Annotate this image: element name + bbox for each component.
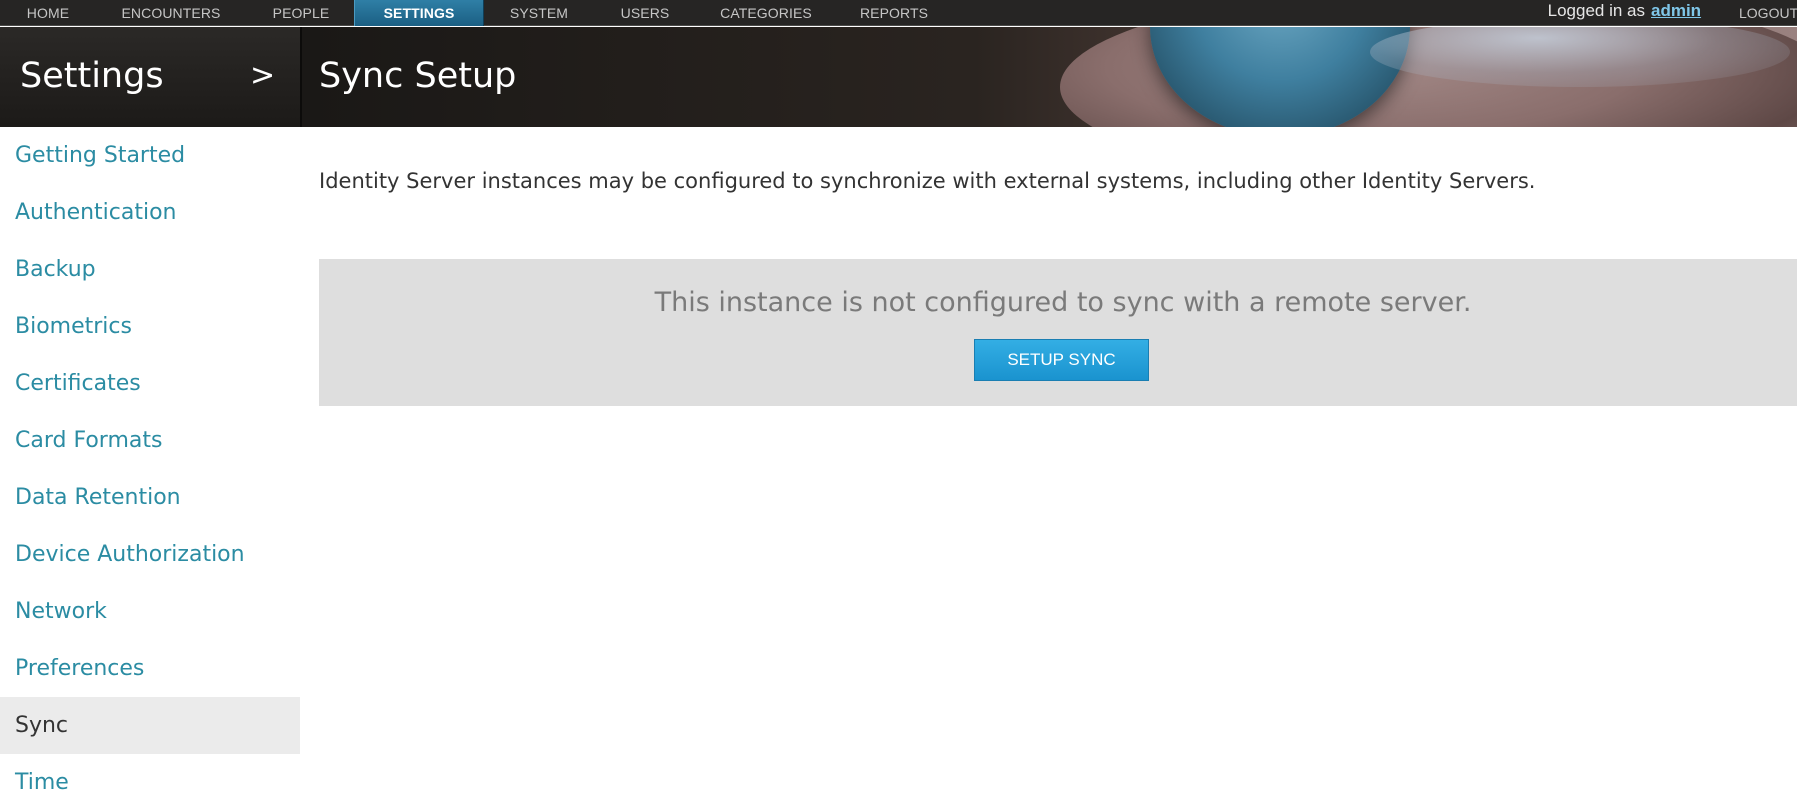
sync-status-panel: This instance is not configured to sync … — [319, 259, 1797, 406]
nav-encounters[interactable]: ENCOUNTERS — [96, 0, 246, 26]
sidebar-item-device-authorization[interactable]: Device Authorization — [0, 526, 300, 583]
nav-categories[interactable]: CATEGORIES — [696, 0, 836, 26]
setup-sync-button[interactable]: SETUP SYNC — [974, 339, 1149, 381]
page-banner: Settings > Sync Setup — [0, 27, 1797, 127]
sidebar-item-card-formats[interactable]: Card Formats — [0, 412, 300, 469]
sidebar-item-data-retention[interactable]: Data Retention — [0, 469, 300, 526]
sidebar-item-time[interactable]: Time — [0, 754, 300, 811]
sidebar-item-certificates[interactable]: Certificates — [0, 355, 300, 412]
chevron-right-icon: > — [250, 58, 276, 93]
top-nav: HOME ENCOUNTERS PEOPLE SETTINGS SYSTEM U… — [0, 0, 1797, 26]
sync-description: Identity Server instances may be configu… — [319, 169, 1536, 193]
nav-settings[interactable]: SETTINGS — [354, 0, 484, 26]
sidebar-item-authentication[interactable]: Authentication — [0, 184, 300, 241]
nav-system[interactable]: SYSTEM — [484, 0, 594, 26]
sidebar-item-network[interactable]: Network — [0, 583, 300, 640]
settings-sidebar: Getting Started Authentication Backup Bi… — [0, 127, 300, 801]
sidebar-item-getting-started[interactable]: Getting Started — [0, 127, 300, 184]
banner-divider — [300, 27, 302, 127]
sidebar-item-sync[interactable]: Sync — [0, 697, 300, 754]
sidebar-item-backup[interactable]: Backup — [0, 241, 300, 298]
sidebar-item-biometrics[interactable]: Biometrics — [0, 298, 300, 355]
logout-link[interactable]: LOGOUT — [1739, 0, 1797, 26]
logged-in-label: Logged in as — [1547, 1, 1645, 20]
nav-home[interactable]: HOME — [0, 0, 96, 26]
nav-people[interactable]: PEOPLE — [246, 0, 356, 26]
username-link[interactable]: admin — [1651, 0, 1701, 26]
section-title: Settings — [20, 56, 164, 96]
nav-users[interactable]: USERS — [594, 0, 696, 26]
page-title: Sync Setup — [319, 56, 517, 96]
sync-status-message: This instance is not configured to sync … — [654, 287, 1472, 318]
banner-image — [300, 27, 1797, 127]
sidebar-item-preferences[interactable]: Preferences — [0, 640, 300, 697]
nav-reports[interactable]: REPORTS — [836, 0, 952, 26]
